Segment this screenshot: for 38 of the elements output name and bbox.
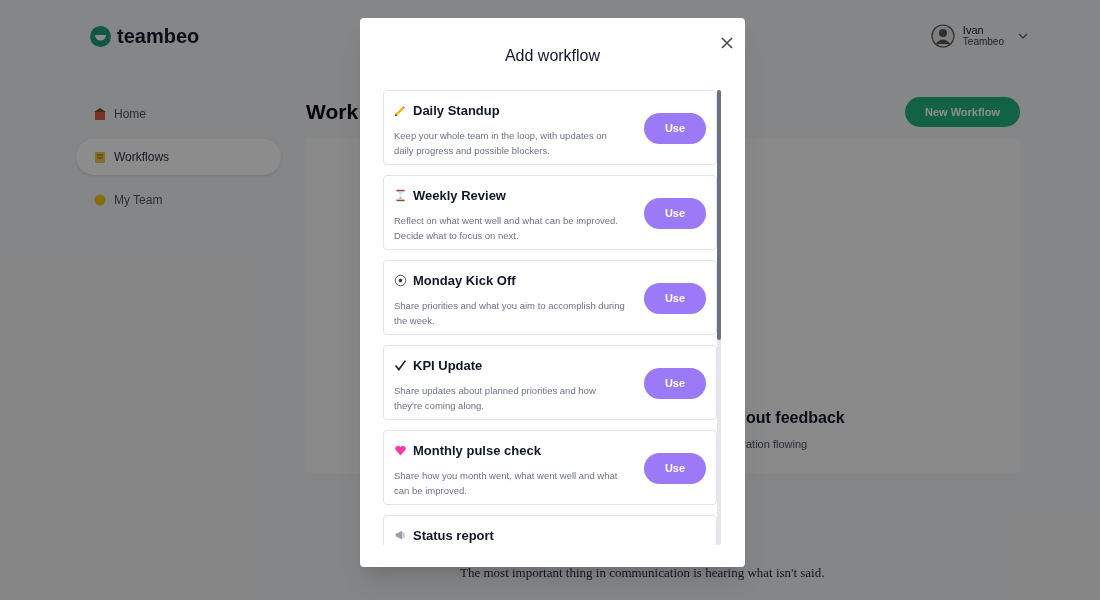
sidebar-item[interactable]: My Team <box>76 182 281 218</box>
empty-state-title: out feedback <box>746 407 845 428</box>
close-icon[interactable] <box>721 37 733 49</box>
workflow-title: Weekly Review <box>413 187 506 205</box>
note-icon <box>94 151 106 163</box>
use-button[interactable]: Use <box>644 198 706 229</box>
sidebar-item[interactable]: Home <box>76 96 281 132</box>
use-button[interactable]: Use <box>644 453 706 484</box>
avatar-icon[interactable] <box>930 24 955 48</box>
sidebar-item[interactable]: Workflows <box>76 139 281 175</box>
empty-state-text: ation flowing <box>746 436 808 452</box>
workflow-description: Share priorities and what you aim to accomplish during the week. <box>394 298 626 328</box>
brand-name[interactable]: teambeo <box>117 21 200 51</box>
workflow-title: Daily Standup <box>413 102 500 120</box>
workflow-title: Monday Kick Off <box>413 272 516 290</box>
workflow-title: Monthly pulse check <box>413 442 541 460</box>
pencil-icon <box>394 103 407 119</box>
user-organization: Teambeo <box>962 36 1004 48</box>
workflow-description: Share how you month went, what went well and what can be improved. <box>394 468 619 498</box>
use-button[interactable]: Use <box>644 368 706 399</box>
scrollbar[interactable] <box>717 90 721 545</box>
page-heading: Work <box>306 99 359 125</box>
soccer-ball-icon <box>394 273 407 289</box>
workflow-title: Status report <box>413 527 494 545</box>
new-workflow-button[interactable]: New Workflow <box>905 96 1020 127</box>
quote-text: The most important thing in communication is hearing what isn't said. <box>460 563 826 582</box>
dialog-title: Add workflow <box>504 46 601 66</box>
chevron-down-icon[interactable] <box>1018 33 1028 39</box>
workflow-title: KPI Update <box>413 357 483 375</box>
workflow-description: Share updates about planned priorities and how they're coming along. <box>394 383 597 413</box>
use-button[interactable]: Use <box>644 113 706 144</box>
house-icon <box>94 108 106 120</box>
hourglass-icon <box>394 188 407 204</box>
user-name: Ivan <box>962 24 985 36</box>
workflow-description: Keep your whole team in the loop, with updates on daily progress and possible blockers. <box>394 128 608 158</box>
workflow-description: Reflect on what went well and what can be improved. Decide what to focus on next. <box>394 213 619 243</box>
use-button[interactable]: Use <box>644 283 706 314</box>
logo-icon <box>90 25 111 47</box>
